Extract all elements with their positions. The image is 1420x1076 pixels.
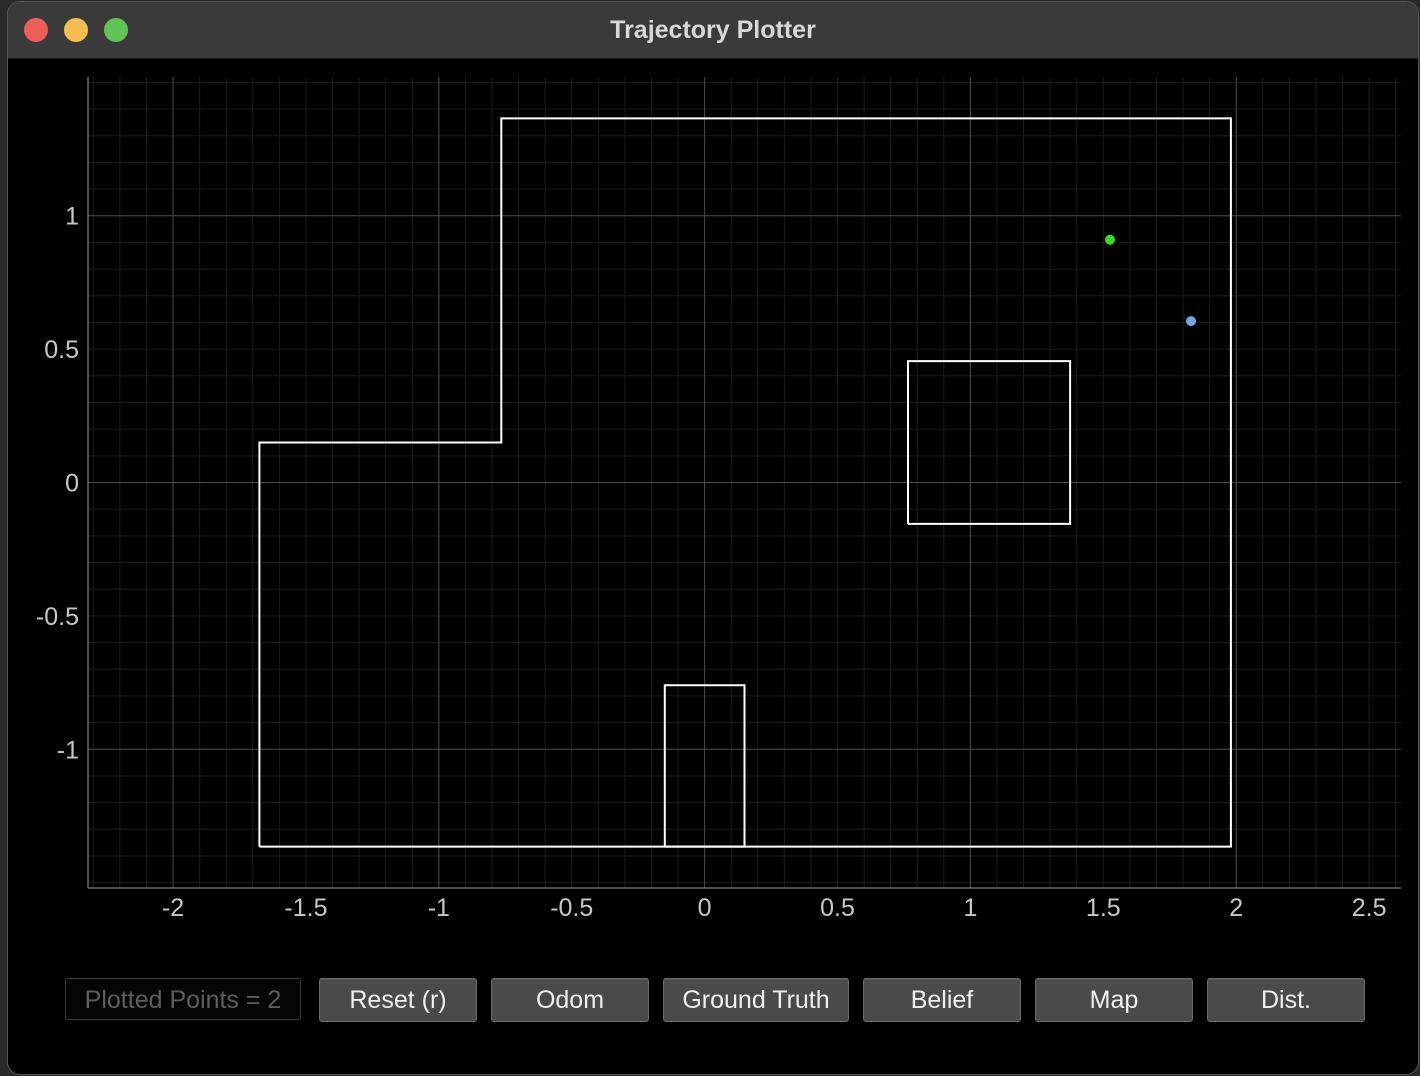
y-tick-label: 0.5: [44, 336, 79, 364]
ground-truth-button[interactable]: Ground Truth: [663, 978, 849, 1022]
odom-button[interactable]: Odom: [491, 978, 649, 1022]
x-tick-label: 1: [963, 894, 977, 922]
x-tick-label: 0.5: [820, 894, 855, 922]
x-tick-label: -1: [428, 894, 450, 922]
x-tick-label: -0.5: [550, 894, 593, 922]
x-tick-label: 2.5: [1352, 894, 1387, 922]
belief-button[interactable]: Belief: [863, 978, 1021, 1022]
ground-truth-point: [1104, 234, 1115, 245]
map-wall: [907, 360, 1072, 525]
x-tick-label: 2: [1229, 894, 1243, 922]
reset-button[interactable]: Reset (r): [319, 978, 477, 1022]
trajectory-plot[interactable]: -2 -1.5 -1 -0.5 0 0.5 1 1.5 2 2.5 1 0.5 0 -0.5 -1: [8, 2, 1418, 962]
x-tick-label: 0: [698, 894, 712, 922]
dist-button[interactable]: Dist.: [1207, 978, 1365, 1022]
y-tick-label: 1: [65, 203, 79, 231]
y-tick-label: -1: [57, 736, 79, 764]
belief-point: [1186, 316, 1197, 327]
plotted-points-counter: Plotted Points = 2: [65, 978, 301, 1020]
y-tick-label: 0: [65, 470, 79, 498]
x-tick-label: -1.5: [284, 894, 327, 922]
app-window: Trajectory Plotter -2 -1.5 -1 -0.5 0 0.5 1 1.5 2…: [8, 2, 1418, 1074]
map-button[interactable]: Map: [1035, 978, 1193, 1022]
y-tick-label: -0.5: [36, 603, 79, 631]
x-tick-label: -2: [162, 894, 184, 922]
x-tick-label: 1.5: [1086, 894, 1121, 922]
